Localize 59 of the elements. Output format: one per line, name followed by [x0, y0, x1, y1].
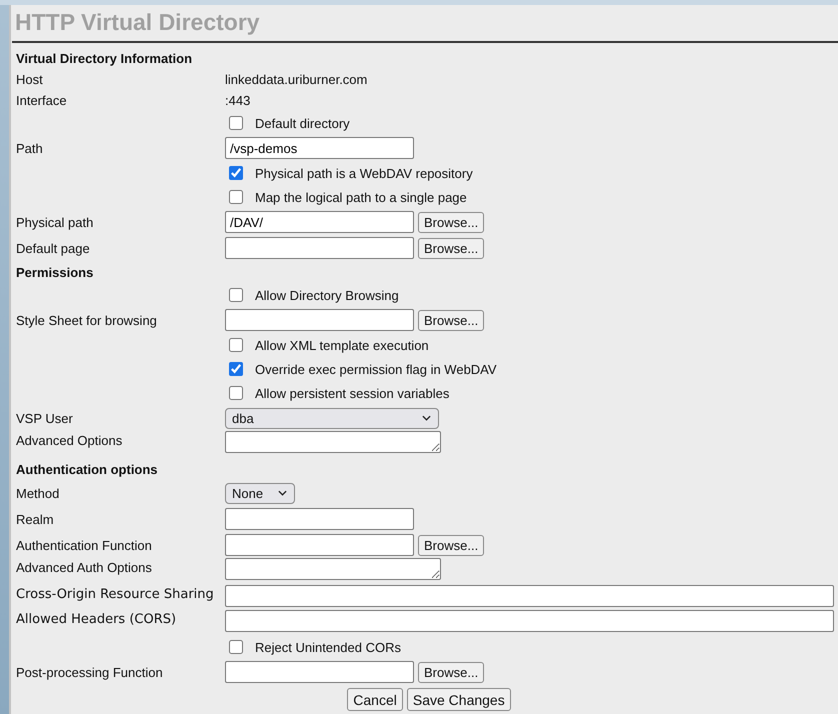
field-label: Authentication Function — [16, 538, 152, 552]
text-area[interactable] — [225, 431, 441, 453]
field-label: Advanced Auth Options — [16, 560, 152, 575]
checkbox[interactable] — [229, 288, 243, 302]
checkbox-label: Allow persistent session variables — [255, 386, 450, 400]
field-label: Allowed Headers (CORS) — [16, 612, 176, 627]
checkbox[interactable] — [229, 640, 243, 654]
input-field[interactable] — [225, 508, 414, 530]
field-value: linkeddata.uriburner.com — [225, 72, 368, 87]
dropdown[interactable]: dba — [225, 408, 439, 428]
checkbox-label: Default directory — [255, 116, 350, 130]
dropdown[interactable]: None — [225, 482, 295, 504]
input-field[interactable] — [225, 237, 414, 259]
checkbox-label: Allow XML template execution — [255, 338, 429, 352]
checkbox[interactable] — [229, 338, 243, 352]
checkbox[interactable] — [229, 166, 243, 180]
field-label: Style Sheet for browsing — [16, 312, 157, 328]
field-label: Interface — [16, 93, 67, 108]
action-button[interactable]: Cancel — [347, 688, 403, 711]
browse-button[interactable]: Browse... — [418, 212, 484, 232]
field-label: Advanced Options — [16, 433, 122, 448]
section-heading: Authentication options — [16, 462, 158, 476]
field-label: VSP User — [16, 410, 73, 426]
field-label: Host — [16, 72, 43, 87]
field-label: Realm — [16, 512, 54, 526]
checkbox-label: Override exec permission flag in WebDAV — [255, 362, 497, 376]
action-button[interactable]: Save Changes — [406, 688, 511, 711]
field-label: Default page — [16, 240, 90, 256]
browse-button[interactable]: Browse... — [418, 534, 484, 556]
text-area[interactable] — [225, 558, 441, 580]
section-heading: Virtual Directory Information — [16, 50, 192, 66]
input-field[interactable] — [225, 661, 414, 683]
input-field[interactable] — [225, 309, 414, 331]
page-title: HTTP Virtual Directory — [15, 8, 260, 36]
input-field[interactable] — [225, 610, 834, 632]
input-field[interactable]: /DAV/ — [225, 211, 414, 233]
checkbox-label: Physical path is a WebDAV repository — [255, 166, 473, 180]
chevron-icon — [278, 490, 287, 496]
browse-button[interactable]: Browse... — [418, 238, 484, 258]
checkbox[interactable] — [229, 116, 243, 130]
checkbox[interactable] — [229, 190, 243, 204]
checkbox-label: Reject Unintended CORs — [255, 640, 401, 654]
section-heading: Permissions — [16, 264, 94, 280]
input-field[interactable] — [225, 534, 414, 556]
field-label: Cross-Origin Resource Sharing — [16, 587, 214, 602]
input-field[interactable]: /vsp-demos — [225, 137, 414, 159]
checkbox-label: Allow Directory Browsing — [255, 288, 399, 302]
checkbox[interactable] — [229, 362, 243, 376]
checkbox[interactable] — [229, 386, 243, 400]
field-label: Path — [16, 140, 43, 156]
checkbox-label: Map the logical path to a single page — [255, 190, 467, 204]
browse-button[interactable]: Browse... — [418, 662, 484, 682]
field-label: Physical path — [16, 214, 94, 230]
field-label: Post-processing Function — [16, 664, 163, 680]
browse-button[interactable]: Browse... — [418, 310, 484, 330]
field-value: :443 — [225, 93, 250, 108]
field-label: Method — [16, 486, 60, 500]
input-field[interactable] — [225, 585, 834, 607]
chevron-icon — [422, 415, 431, 421]
